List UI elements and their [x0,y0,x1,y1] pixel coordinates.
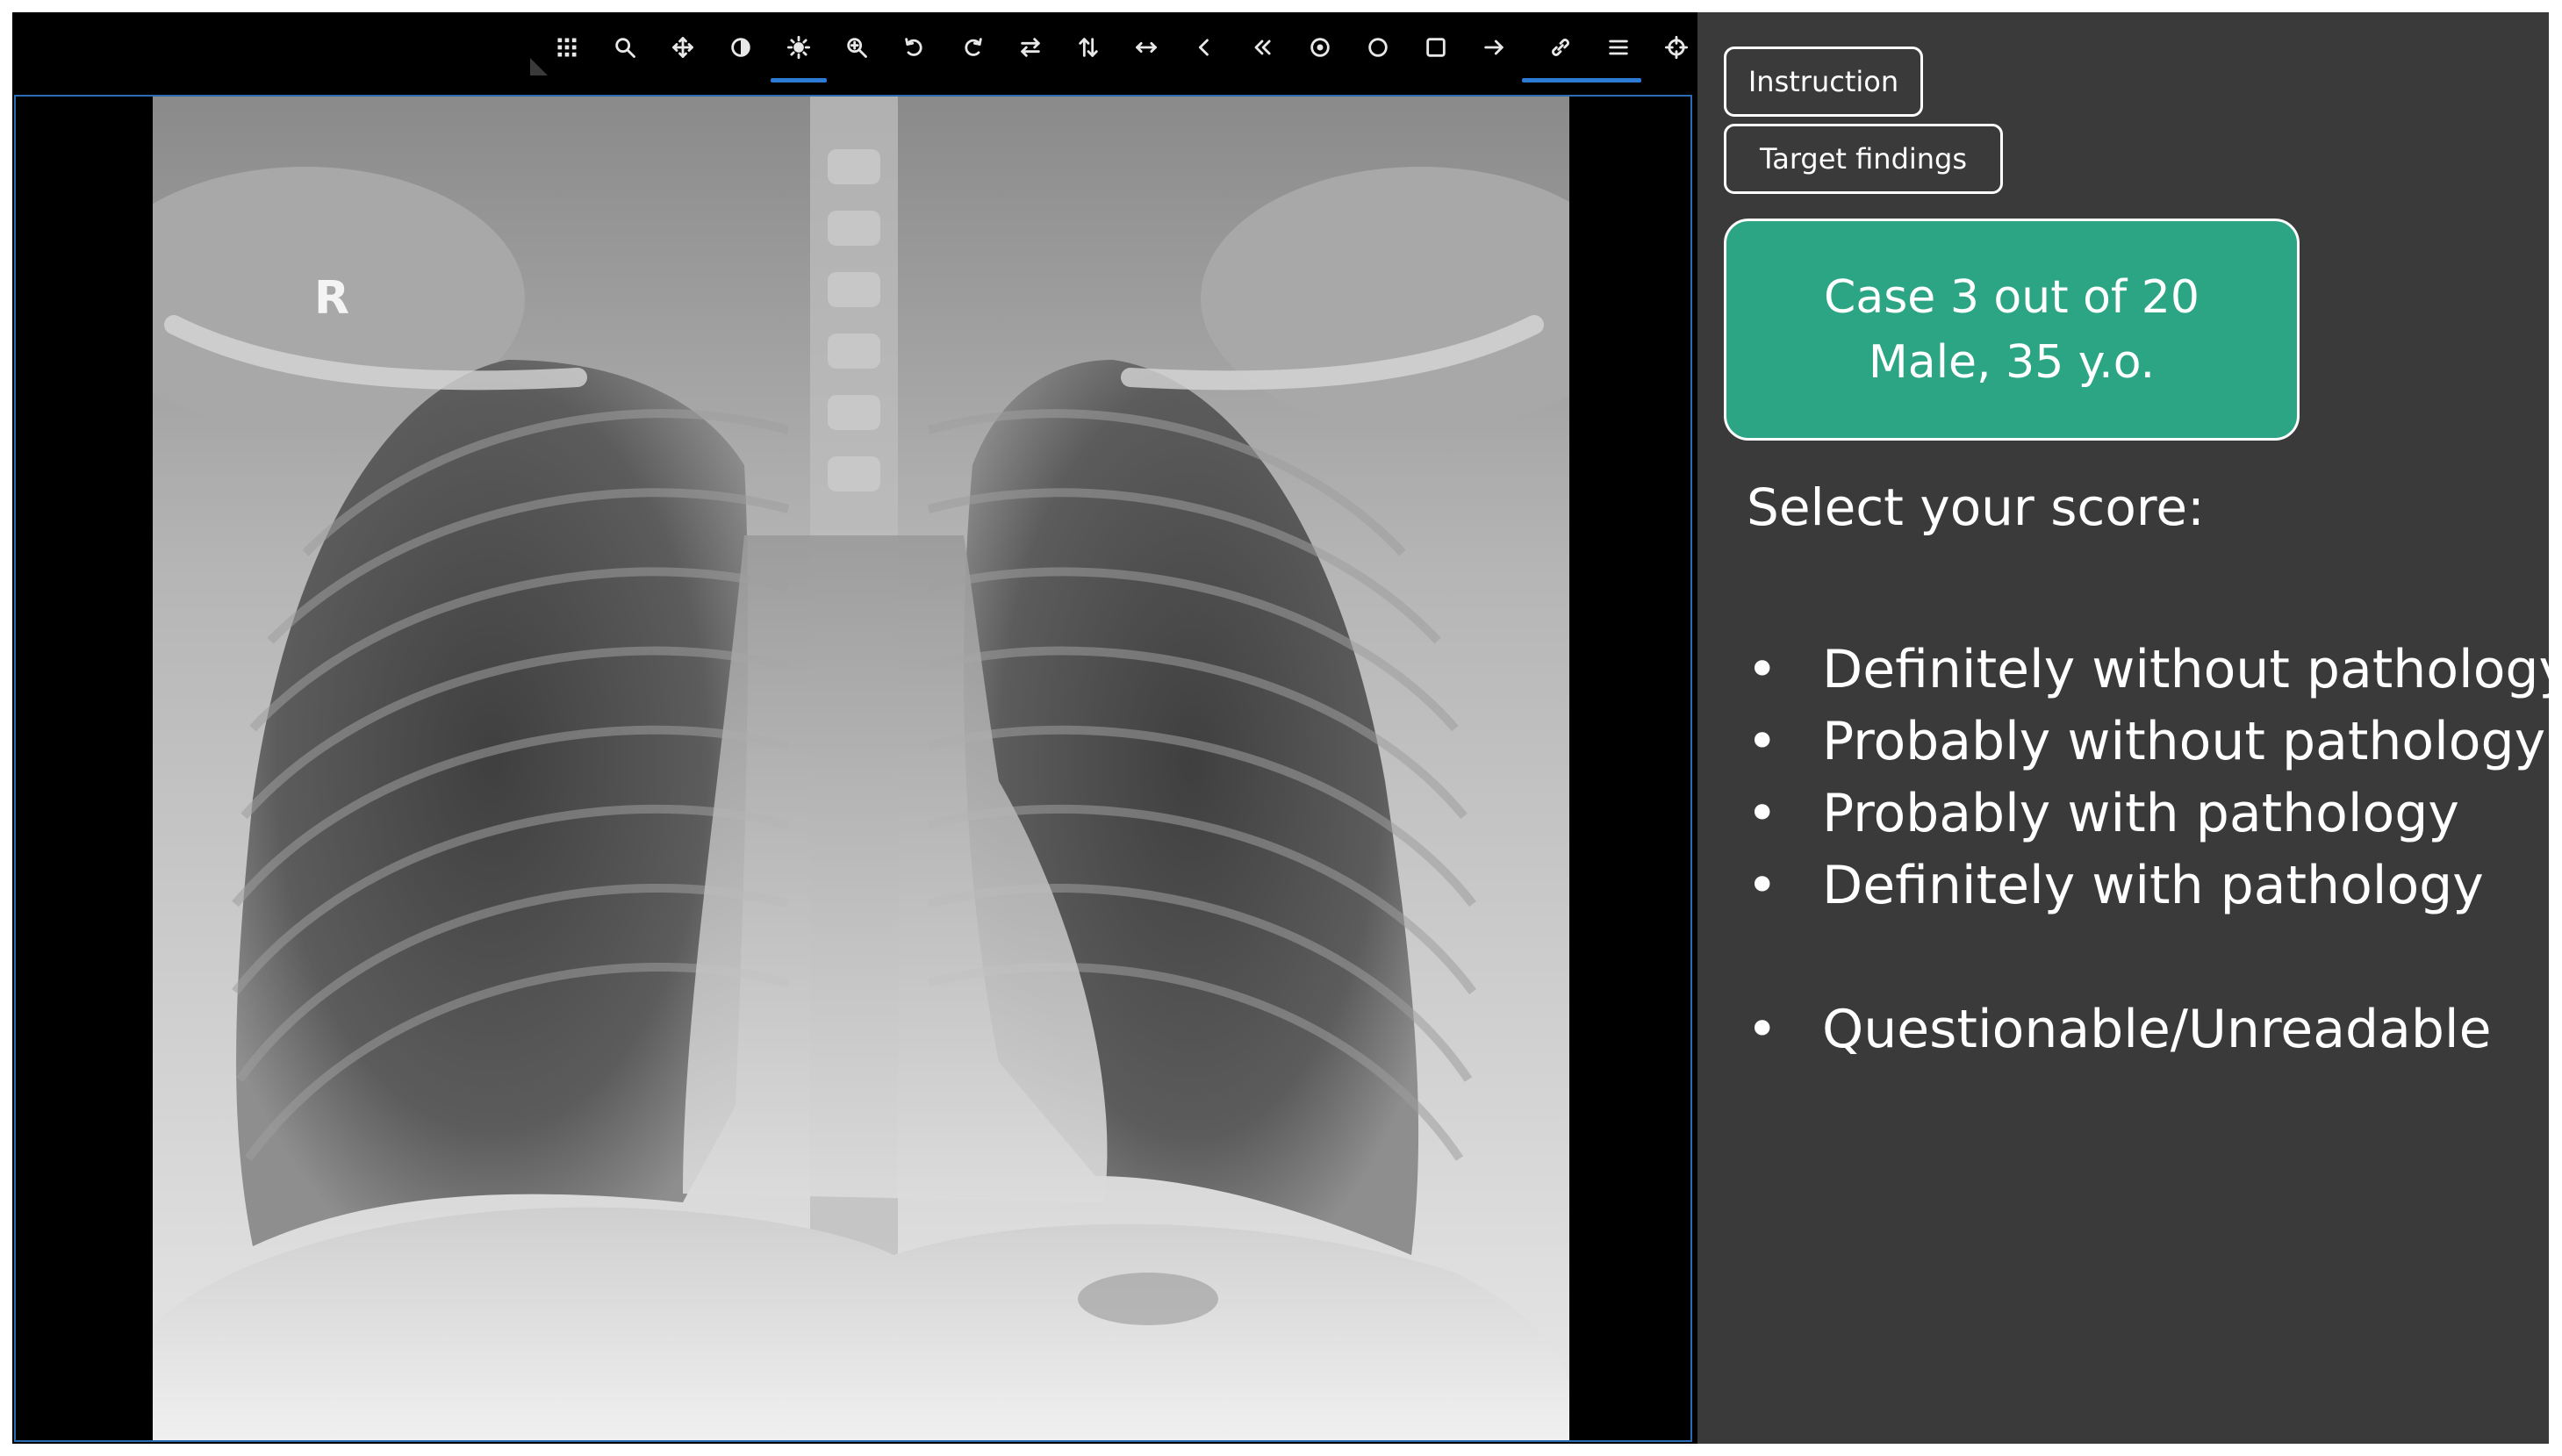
app-window: R Instruction Target findings Case 3 out… [12,12,2549,1444]
link-button[interactable] [1522,28,1641,82]
arrow-right-icon [1484,39,1503,55]
flip-vertical-button[interactable] [1069,28,1108,67]
ellipse-icon [1368,38,1388,57]
score-option-definitely-with[interactable]: • Definitely with pathology [1747,850,2484,922]
bullet-icon: • [1747,999,1778,1060]
ellipse-button[interactable] [1359,28,1397,67]
bullet-icon: • [1747,855,1778,916]
link-icon [1552,39,1569,56]
search-icon [615,38,635,58]
search-button[interactable] [606,28,644,67]
bullet-icon: • [1747,639,1778,700]
rotate-right-icon [965,38,982,56]
side-panel: Instruction Target findings Case 3 out o… [1697,12,2549,1444]
grid-button[interactable] [548,28,586,67]
orientation-marker: R [314,272,351,325]
brightness-button[interactable] [771,28,827,82]
grid-icon [557,38,577,57]
rectangle-icon [1426,38,1446,57]
score-option-label: Probably without pathology [1822,711,2546,772]
length-button[interactable] [1127,28,1166,67]
contrast-button[interactable] [721,28,760,67]
arrow-button[interactable] [1475,28,1513,67]
pan-button[interactable] [664,28,702,67]
flip-horizontal-button[interactable] [1011,28,1050,67]
double-chevron-left-icon [1254,39,1271,55]
menu-button[interactable] [1599,28,1638,67]
bullet-icon: • [1747,711,1778,772]
first-button[interactable] [1243,28,1281,67]
crosshair-button[interactable] [1657,28,1696,67]
brightness-icon [786,35,811,60]
case-counter: Case 3 out of 20 [1824,270,2200,324]
point-button[interactable] [1301,28,1339,67]
contrast-icon [731,38,750,57]
patient-info: Male, 35 y.o. [1868,335,2156,389]
rotate-left-icon [905,38,922,56]
score-option-label: Probably with pathology [1822,783,2459,844]
viewer-toolbar [12,12,1697,93]
pan-icon [672,37,693,58]
chest-xray-image[interactable] [16,97,1690,1440]
score-heading: Select your score: [1747,477,2205,537]
flip-horizontal-icon [1021,38,1040,57]
image-viewer: R [12,12,1697,1444]
score-option-probably-with[interactable]: • Probably with pathology [1747,778,2459,850]
zoom-in-button[interactable] [837,28,876,67]
score-option-definitely-without[interactable]: • Definitely without pathology [1747,634,2549,706]
flip-vertical-icon [1079,38,1098,57]
previous-button[interactable] [1185,28,1224,67]
length-icon [1136,41,1157,54]
rotate-left-button[interactable] [895,28,934,67]
score-option-probably-without[interactable]: • Probably without pathology [1747,706,2545,778]
score-option-label: Questionable/Unreadable [1822,999,2492,1060]
chevron-left-icon [1198,39,1209,56]
zoom-in-icon [847,38,867,58]
bullet-icon: • [1747,783,1778,844]
instruction-button[interactable]: Instruction [1724,47,1923,117]
rotate-right-button[interactable] [953,28,992,67]
case-info-card: Case 3 out of 20 Male, 35 y.o. [1724,219,2300,441]
rectangle-button[interactable] [1417,28,1455,67]
crosshair-icon [1664,35,1689,60]
target-findings-button[interactable]: Target findings [1724,124,2003,194]
menu-icon [1609,39,1628,55]
toolbar-corner-marker [530,58,548,75]
target-point-icon [1310,38,1330,57]
score-option-label: Definitely without pathology [1822,639,2549,700]
score-option-label: Definitely with pathology [1822,855,2484,916]
image-viewport[interactable]: R [14,95,1692,1442]
score-option-questionable[interactable]: • Questionable/Unreadable [1747,993,2492,1065]
